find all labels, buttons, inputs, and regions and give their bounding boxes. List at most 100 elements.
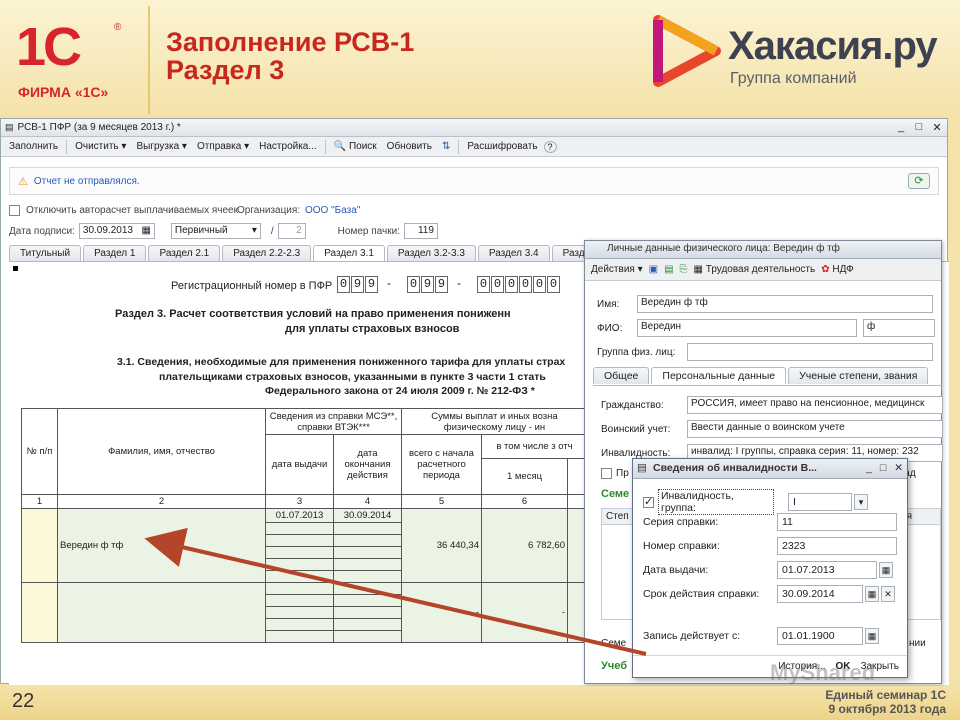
labor-button[interactable]: ▦ Трудовая деятельность bbox=[694, 264, 816, 275]
disability-checkbox[interactable] bbox=[643, 495, 654, 508]
sort-icon[interactable]: ⇅ bbox=[438, 140, 454, 153]
cell-end-empty[interactable] bbox=[333, 582, 402, 595]
cell-issue-empty[interactable] bbox=[265, 594, 334, 607]
cut-checkbox[interactable] bbox=[601, 468, 612, 479]
cell-end-empty[interactable] bbox=[333, 546, 402, 559]
cell-issue-empty[interactable] bbox=[265, 546, 334, 559]
cell-issue-empty[interactable] bbox=[265, 522, 334, 535]
seminar-info: Единый семинар 1С 9 октября 2013 года bbox=[825, 688, 946, 716]
tab-title[interactable]: Титульный bbox=[9, 245, 82, 261]
cell-end-date[interactable]: 30.09.2014 bbox=[333, 508, 402, 523]
table-row-name[interactable] bbox=[57, 582, 266, 643]
subsection-heading-3: Федерального закона от 24 июля 2009 г. №… bbox=[265, 385, 535, 397]
number-field[interactable]: 2323 bbox=[777, 537, 897, 555]
save-icon[interactable]: ▣ bbox=[649, 264, 658, 275]
tab-general[interactable]: Общее bbox=[593, 367, 650, 384]
fio-last-field[interactable]: Вередин bbox=[637, 319, 857, 337]
disability-label: Инвалидность: bbox=[601, 447, 671, 459]
write-icon[interactable]: ▤ bbox=[664, 264, 673, 275]
cell-issue-empty[interactable] bbox=[265, 630, 334, 643]
fio-first-field[interactable]: ф bbox=[863, 319, 935, 337]
date-field[interactable]: 30.09.2013 ▦ bbox=[78, 223, 155, 239]
decrypt-button[interactable]: Расшифровать bbox=[463, 140, 541, 153]
tab-section-3-2[interactable]: Раздел 3.2-3.3 bbox=[386, 245, 476, 261]
cell-end-empty[interactable] bbox=[333, 522, 402, 535]
cell-issue-empty[interactable] bbox=[265, 558, 334, 571]
clear-menu[interactable]: Очистить ▾ bbox=[71, 140, 130, 153]
copy-icon[interactable]: ⎘ bbox=[680, 264, 688, 275]
row-num-cell[interactable] bbox=[21, 582, 58, 643]
tab-section-2-2[interactable]: Раздел 2.2-2.3 bbox=[222, 245, 312, 261]
cell-end-empty[interactable] bbox=[333, 606, 402, 619]
org-label: Организация: bbox=[237, 205, 301, 216]
pack-field[interactable]: 119 bbox=[403, 223, 438, 239]
org-link[interactable]: ООО "База" bbox=[305, 205, 360, 216]
maximize-icon[interactable]: □ bbox=[913, 121, 925, 134]
export-menu[interactable]: Выгрузка ▾ bbox=[132, 140, 191, 153]
cell-issue-empty[interactable] bbox=[265, 618, 334, 631]
correction-field[interactable]: 2 bbox=[277, 223, 306, 239]
minimize-icon[interactable]: _ bbox=[895, 121, 907, 134]
auto-calc-checkbox[interactable] bbox=[9, 205, 20, 216]
name-field[interactable]: Вередин ф тф bbox=[637, 295, 933, 313]
tab-personal-data[interactable]: Персональные данные bbox=[651, 367, 787, 384]
cell-month1[interactable]: 6 782,60 bbox=[481, 508, 568, 583]
cell-month1[interactable]: - bbox=[481, 582, 568, 643]
table-row-name[interactable]: Вередин ф тф bbox=[57, 508, 266, 583]
issue-field[interactable]: 01.07.2013 bbox=[777, 561, 877, 579]
calendar-icon[interactable]: ▦ bbox=[865, 628, 879, 644]
calendar-icon[interactable]: ▦ bbox=[865, 586, 879, 602]
cell-total[interactable]: - bbox=[401, 582, 482, 643]
search-button[interactable]: 🔍 Поиск bbox=[330, 140, 381, 153]
row-num-cell[interactable] bbox=[21, 508, 58, 583]
cell-total[interactable]: 36 440,34 bbox=[401, 508, 482, 583]
valid-label: Срок действия справки: bbox=[643, 588, 760, 600]
military-link[interactable]: Ввести данные о воинском учете bbox=[687, 420, 943, 438]
slide-title-line1: Заполнение РСВ-1 bbox=[166, 27, 415, 57]
tab-section-3-4[interactable]: Раздел 3.4 bbox=[477, 245, 550, 261]
minimize-icon[interactable]: _ bbox=[866, 462, 872, 474]
disability-group-select[interactable]: I bbox=[788, 493, 852, 511]
chevron-down-icon[interactable]: ▾ bbox=[854, 494, 868, 510]
maximize-icon[interactable]: □ bbox=[880, 462, 886, 474]
fill-button[interactable]: Заполнить bbox=[5, 140, 62, 153]
close-icon[interactable]: ✕ bbox=[931, 121, 943, 134]
update-button[interactable]: Обновить bbox=[383, 140, 436, 153]
citizenship-link[interactable]: РОССИЯ, имеет право на пенсионное, медиц… bbox=[687, 396, 943, 414]
calendar-icon[interactable]: ▦ bbox=[141, 225, 150, 236]
tab-section-2-1[interactable]: Раздел 2.1 bbox=[148, 245, 221, 261]
cell-end-empty[interactable] bbox=[333, 558, 402, 571]
ndfl-button[interactable]: ✿ НДФ bbox=[821, 264, 854, 275]
record-field[interactable]: 01.01.1900 bbox=[777, 627, 863, 645]
group-field[interactable] bbox=[687, 343, 933, 361]
reg-digit: 0 bbox=[407, 276, 420, 293]
cell-issue-empty[interactable] bbox=[265, 534, 334, 547]
cell-end-empty[interactable] bbox=[333, 630, 402, 643]
actions-label: Действия bbox=[591, 264, 635, 275]
close-icon[interactable]: ✕ bbox=[894, 462, 903, 474]
chevron-down-icon: ▾ bbox=[251, 225, 257, 236]
calendar-icon[interactable]: ▦ bbox=[879, 562, 893, 578]
cell-issue-empty[interactable] bbox=[265, 570, 334, 583]
clear-icon[interactable]: ✕ bbox=[881, 586, 895, 602]
tab-degrees[interactable]: Ученые степени, звания bbox=[788, 367, 929, 384]
valid-field[interactable]: 30.09.2014 bbox=[777, 585, 863, 603]
cell-end-empty[interactable] bbox=[333, 570, 402, 583]
report-type-select[interactable]: Первичный ▾ bbox=[170, 223, 261, 239]
series-field[interactable]: 11 bbox=[777, 513, 897, 531]
tab-section-3-1[interactable]: Раздел 3.1 bbox=[313, 245, 385, 261]
help-icon[interactable]: ? bbox=[543, 140, 557, 153]
cell-issue-empty[interactable] bbox=[265, 582, 334, 595]
cell-issue-empty[interactable] bbox=[265, 606, 334, 619]
send-menu[interactable]: Отправка ▾ bbox=[193, 140, 253, 153]
seminar-line2: 9 октября 2013 года bbox=[828, 702, 946, 716]
actions-menu[interactable]: Действия ▾ bbox=[591, 264, 643, 275]
cell-end-empty[interactable] bbox=[333, 534, 402, 547]
refresh-icon[interactable]: ⟳ bbox=[908, 173, 930, 189]
cell-end-empty[interactable] bbox=[333, 594, 402, 607]
tab-section-1[interactable]: Раздел 1 bbox=[83, 245, 147, 261]
settings-button[interactable]: Настройка... bbox=[255, 140, 321, 153]
cell-end-empty[interactable] bbox=[333, 618, 402, 631]
cell-issue-date[interactable]: 01.07.2013 bbox=[265, 508, 334, 523]
document-icon: ▤ bbox=[5, 122, 14, 132]
